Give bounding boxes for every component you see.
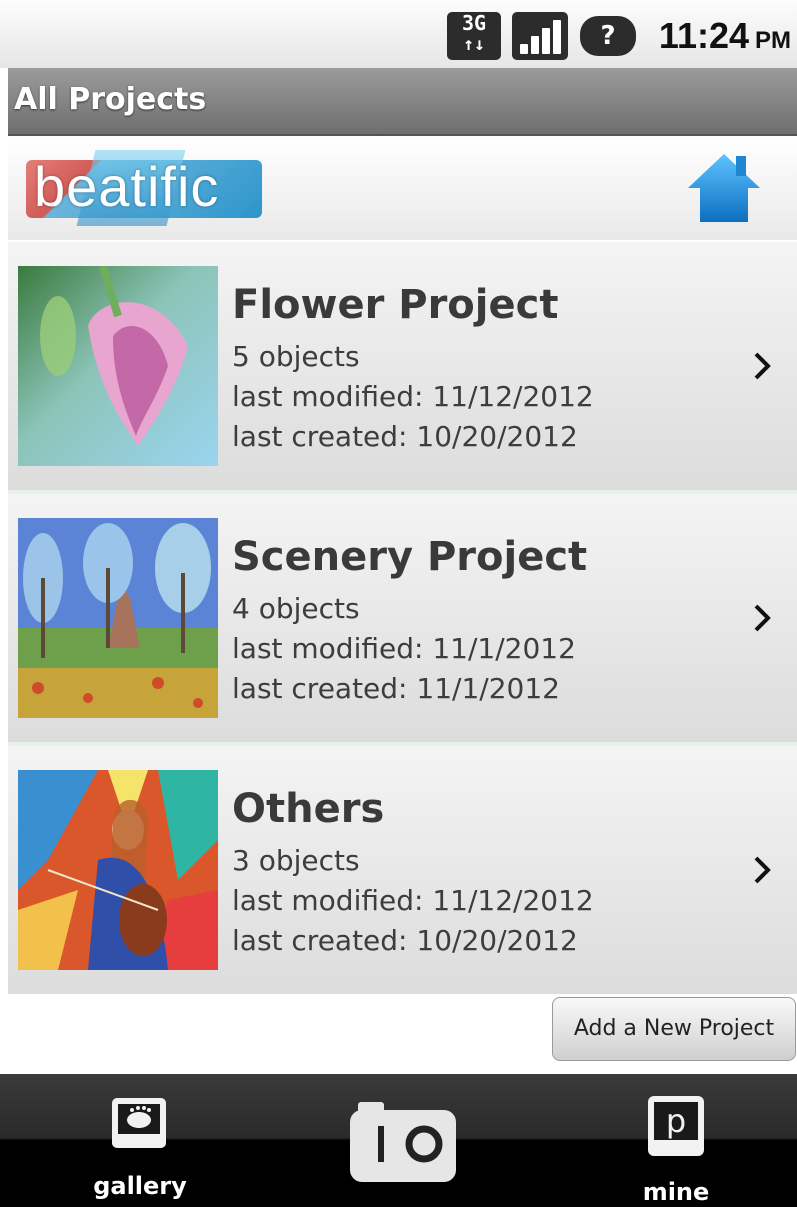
others-thumbnail xyxy=(18,770,218,970)
last-created: last created: 10/20/2012 xyxy=(232,924,578,957)
camera-icon xyxy=(350,1102,456,1182)
scenery-thumbnail xyxy=(18,518,218,718)
beatific-logo: beatific xyxy=(26,150,262,226)
list-item[interactable]: Others 3 objects last modified: 11/12/20… xyxy=(8,746,797,994)
list-item[interactable]: Scenery Project 4 objects last modified:… xyxy=(8,494,797,742)
chevron-right-icon xyxy=(754,604,771,632)
last-modified: last modified: 11/12/2012 xyxy=(232,380,594,413)
list-item[interactable]: Flower Project 5 objects last modified: … xyxy=(8,242,797,490)
chevron-right-icon xyxy=(754,856,771,884)
app-header: beatific xyxy=(8,136,797,240)
clock-time: 11:24 xyxy=(658,15,749,56)
project-list: Flower Project 5 objects last modified: … xyxy=(8,242,797,994)
object-count: 5 objects xyxy=(232,340,360,373)
help-icon: ? xyxy=(580,16,636,56)
flower-thumbnail xyxy=(18,266,218,466)
object-count: 3 objects xyxy=(232,844,360,877)
network-type: 3G xyxy=(461,11,487,35)
clock: 11:24 PM xyxy=(659,16,791,61)
home-icon[interactable] xyxy=(684,148,764,228)
chevron-right-icon xyxy=(754,352,771,380)
signal-icon xyxy=(512,12,568,60)
project-title: Flower Project xyxy=(232,282,559,328)
bottom-nav: gallery p mine xyxy=(0,1074,797,1207)
project-title: Others xyxy=(232,786,385,832)
tab-mine[interactable]: p mine xyxy=(596,1074,756,1207)
gallery-icon xyxy=(112,1098,166,1148)
mine-icon: p xyxy=(648,1096,704,1156)
network-arrows: ↑↓ xyxy=(463,34,485,55)
mine-glyph: p xyxy=(666,1102,686,1140)
clock-ampm: PM xyxy=(755,27,791,54)
page-title: All Projects xyxy=(14,82,207,117)
project-title: Scenery Project xyxy=(232,534,588,580)
tab-gallery[interactable]: gallery xyxy=(60,1074,220,1207)
last-modified: last modified: 11/1/2012 xyxy=(232,632,576,665)
last-created: last created: 11/1/2012 xyxy=(232,672,560,705)
object-count: 4 objects xyxy=(232,592,360,625)
tab-gallery-label: gallery xyxy=(93,1172,187,1200)
last-created: last created: 10/20/2012 xyxy=(232,420,578,453)
tab-camera[interactable] xyxy=(340,1074,460,1207)
last-modified: last modified: 11/12/2012 xyxy=(232,884,594,917)
status-bar: 3G ↑↓ ? 11:24 PM xyxy=(0,0,797,68)
3g-icon: 3G ↑↓ xyxy=(447,12,501,60)
title-bar: All Projects xyxy=(8,68,797,136)
add-new-project-button[interactable]: Add a New Project xyxy=(552,997,796,1061)
tab-mine-label: mine xyxy=(642,1178,710,1206)
logo-text: beatific xyxy=(34,155,220,218)
